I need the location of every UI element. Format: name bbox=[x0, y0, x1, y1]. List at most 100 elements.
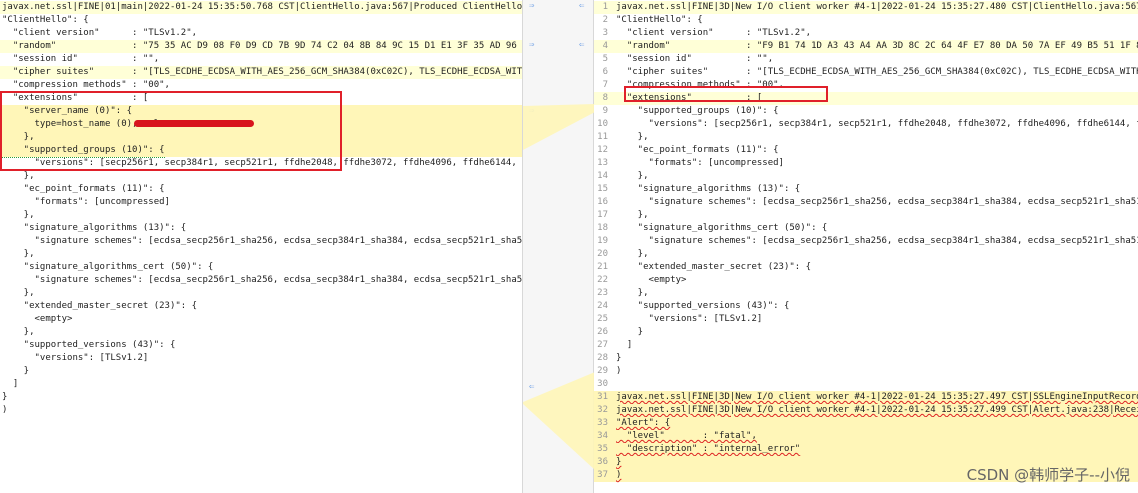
line-text: javax.net.ssl|FINE|01|main|2022-01-24 15… bbox=[2, 2, 522, 12]
right-log-line: 20 }, bbox=[594, 248, 1138, 261]
line-text: "supported_versions (43)": { bbox=[2, 340, 176, 350]
line-number: 34 bbox=[597, 431, 608, 441]
line-number: 33 bbox=[597, 418, 608, 428]
right-log-line: 33 "Alert": { bbox=[594, 417, 1138, 430]
left-log-line: "signature_algorithms (13)": { bbox=[0, 222, 522, 235]
line-text: "extended_master_secret (23)": { bbox=[2, 301, 198, 311]
right-diff-pane[interactable]: 1 javax.net.ssl|FINE|3D|New I/O client wo… bbox=[594, 0, 1138, 493]
line-text: "formats": [uncompressed] bbox=[2, 197, 170, 207]
right-log-line: 2 "ClientHello": { bbox=[594, 14, 1138, 27]
line-text: "signature_algorithms (13)": { bbox=[616, 184, 801, 194]
left-log-line: "supported_versions (43)": { bbox=[0, 339, 522, 352]
right-log-line: 19 "signature schemes": [ecdsa_secp256r1… bbox=[594, 235, 1138, 248]
line-text: "signature_algorithms (13)": { bbox=[2, 223, 187, 233]
right-log-line: 31 javax.net.ssl|FINE|3D|New I/O client w… bbox=[594, 391, 1138, 404]
line-text: }, bbox=[616, 210, 649, 220]
line-number: 20 bbox=[597, 249, 608, 259]
line-text: "signature schemes": [ecdsa_secp256r1_sh… bbox=[648, 197, 1138, 207]
right-log-line: 14 }, bbox=[594, 170, 1138, 183]
line-number: 26 bbox=[597, 327, 608, 337]
right-log-line: 27 ] bbox=[594, 339, 1138, 352]
line-text: javax.net.ssl|FINE|3D|New I/O client wor… bbox=[616, 2, 1138, 12]
left-log-line: ] bbox=[0, 378, 522, 391]
line-text: }, bbox=[2, 288, 35, 298]
left-log-line: "formats": [uncompressed] bbox=[0, 196, 522, 209]
right-log-line: 13 "formats": [uncompressed] bbox=[594, 157, 1138, 170]
line-number: 11 bbox=[597, 132, 608, 142]
left-log-line: "ec_point_formats (11)": { bbox=[0, 183, 522, 196]
left-highlight-box bbox=[0, 91, 342, 171]
line-text: }, bbox=[2, 210, 35, 220]
line-number: 18 bbox=[597, 223, 608, 233]
left-log-line: }, bbox=[0, 248, 522, 261]
line-text: "versions": [secp256r1, secp384r1, secp5… bbox=[616, 119, 1138, 129]
line-text: "signature schemes": [ecdsa_secp256r1_sh… bbox=[34, 275, 523, 285]
line-text: }, bbox=[616, 171, 649, 181]
line-text: "versions": [TLSv1.2] bbox=[2, 353, 149, 363]
line-number: 4 bbox=[602, 41, 608, 51]
left-log-line: "cipher suites" : "[TLS_ECDHE_ECDSA_WITH… bbox=[0, 66, 522, 79]
right-log-line: 5 "session id" : "", bbox=[594, 53, 1138, 66]
left-log-line: }, bbox=[0, 287, 522, 300]
line-text: "formats": [uncompressed] bbox=[616, 158, 784, 168]
line-text: ) bbox=[2, 405, 8, 415]
line-number: 24 bbox=[597, 301, 608, 311]
left-log-line: "versions": [TLSv1.2] bbox=[0, 352, 522, 365]
line-number: 5 bbox=[602, 54, 608, 64]
line-number: 25 bbox=[597, 314, 608, 324]
line-number: 36 bbox=[597, 457, 608, 467]
line-number: 15 bbox=[597, 184, 608, 194]
right-log-line: 6 "cipher suites" : "[TLS_ECDHE_ECDSA_WI… bbox=[594, 66, 1138, 79]
right-log-line: 34 "level" : "fatal", bbox=[594, 430, 1138, 443]
right-log-line: 30 bbox=[594, 378, 1138, 391]
watermark: CSDN @韩师学子--小倪 bbox=[966, 466, 1130, 484]
line-number: 14 bbox=[597, 171, 608, 181]
line-number: 6 bbox=[602, 67, 608, 77]
line-text: } bbox=[2, 392, 8, 402]
line-text: "signature_algorithms_cert (50)": { bbox=[2, 262, 214, 272]
line-number: 9 bbox=[602, 106, 608, 116]
redaction-mark bbox=[134, 120, 254, 127]
left-log-line: "signature schemes": [ecdsa_secp256r1_sh… bbox=[0, 274, 523, 287]
line-number: 17 bbox=[597, 210, 608, 220]
line-number: 35 bbox=[597, 444, 608, 454]
line-text: }, bbox=[2, 171, 35, 181]
line-text: }, bbox=[616, 288, 649, 298]
line-text: "Alert": { bbox=[616, 418, 671, 428]
line-text: "ClientHello": { bbox=[2, 15, 89, 25]
line-text: } bbox=[2, 366, 30, 376]
left-log-line: javax.net.ssl|FINE|01|main|2022-01-24 15… bbox=[0, 1, 522, 14]
line-text: javax.net.ssl|FINE|3D|New I/O client wor… bbox=[616, 392, 1138, 402]
line-text: <empty> bbox=[616, 275, 687, 285]
line-text: "description" : "internal_error" bbox=[616, 444, 801, 454]
line-text: "ec_point_formats (11)": { bbox=[616, 145, 779, 155]
line-text: "signature schemes": [ecdsa_secp256r1_sh… bbox=[34, 236, 523, 246]
left-log-line: ) bbox=[0, 404, 522, 417]
line-number: 19 bbox=[597, 236, 608, 246]
left-diff-pane[interactable]: javax.net.ssl|FINE|01|main|2022-01-24 15… bbox=[0, 0, 522, 493]
line-number: 28 bbox=[597, 353, 608, 363]
left-log-line: "ClientHello": { bbox=[0, 14, 522, 27]
right-highlight-box bbox=[624, 86, 828, 102]
line-text: } bbox=[616, 327, 644, 337]
line-text: ) bbox=[616, 366, 622, 376]
right-log-line: 9 "supported_groups (10)": { bbox=[594, 105, 1138, 118]
right-log-line: 17 }, bbox=[594, 209, 1138, 222]
right-log-line: 3 "client version" : "TLSv1.2", bbox=[594, 27, 1138, 40]
line-number: 27 bbox=[597, 340, 608, 350]
line-number: 29 bbox=[597, 366, 608, 376]
right-log-line: 18 "signature_algorithms_cert (50)": { bbox=[594, 222, 1138, 235]
line-number: 16 bbox=[597, 197, 608, 207]
line-text: "ClientHello": { bbox=[616, 15, 703, 25]
line-text: "random" : "75 35 AC D9 08 F0 D9 CD 7B 9… bbox=[12, 41, 517, 51]
line-number: 22 bbox=[597, 275, 608, 285]
left-log-line: "extended_master_secret (23)": { bbox=[0, 300, 522, 313]
diff-connector-graphic bbox=[523, 104, 595, 470]
line-text: javax.net.ssl|FINE|3D|New I/O client wor… bbox=[616, 405, 1138, 415]
left-log-line: } bbox=[0, 391, 522, 404]
line-text: }, bbox=[616, 249, 649, 259]
left-log-line: } bbox=[0, 365, 522, 378]
right-log-line: 15 "signature_algorithms (13)": { bbox=[594, 183, 1138, 196]
line-text: }, bbox=[2, 249, 35, 259]
line-text: "signature schemes": [ecdsa_secp256r1_sh… bbox=[648, 236, 1138, 246]
